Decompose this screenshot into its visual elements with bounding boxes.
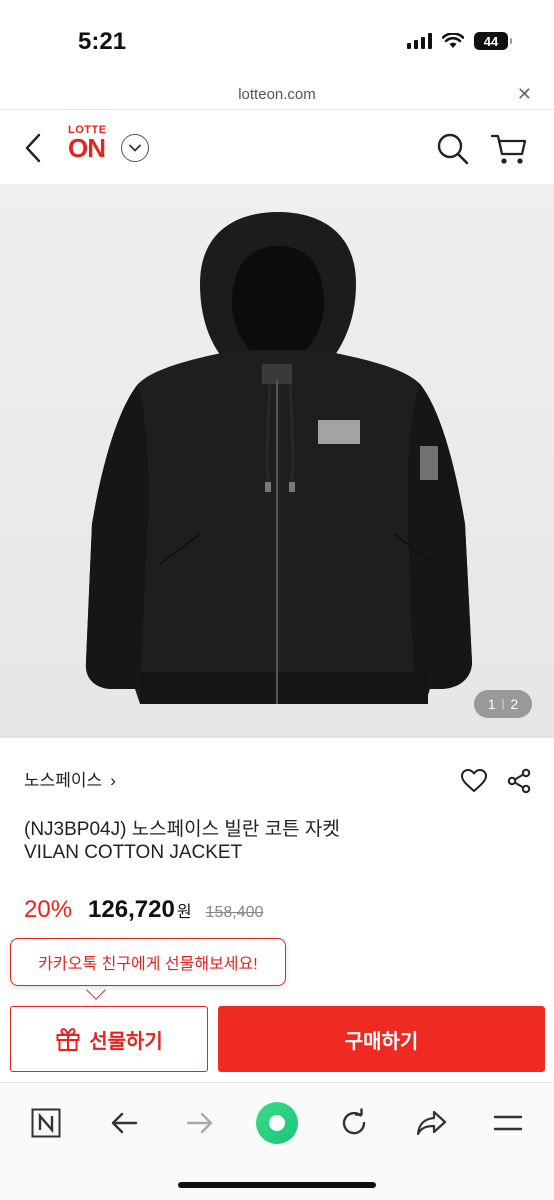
buy-button-label: 구매하기 (344, 1030, 419, 1053)
heart-icon[interactable] (460, 768, 488, 794)
tooltip-text: 카카오톡 친구에게 선물해보세요! (38, 956, 258, 973)
gift-icon (56, 1028, 80, 1051)
site-header: LOTTE ON (0, 110, 554, 184)
buy-button[interactable]: 구매하기 (218, 1006, 545, 1072)
pager-total: 2 (510, 696, 519, 712)
reload-icon (342, 1108, 366, 1135)
gift-button-label: 선물하기 (89, 1030, 163, 1053)
chevron-down-icon (129, 144, 141, 152)
gift-button[interactable]: 선물하기 (10, 1006, 208, 1072)
pager-current: 1 (487, 696, 496, 712)
battery-icon: 44 (474, 32, 512, 50)
pager-separator: | (501, 698, 505, 710)
share-arrow-icon (416, 1110, 447, 1136)
lotte-on-logo[interactable]: LOTTE ON (68, 124, 107, 163)
jacket-image (85, 212, 472, 704)
wifi-icon (442, 33, 464, 48)
green-dot-icon (256, 1102, 298, 1144)
signal-icon (407, 33, 432, 49)
home-indicator[interactable] (178, 1182, 376, 1188)
brand-link[interactable]: 노스페이스 (24, 771, 102, 790)
status-icons: 44 (407, 32, 512, 50)
reload-button[interactable] (332, 1101, 376, 1145)
browser-toolbar (0, 1082, 554, 1200)
product-image[interactable]: 1 | 2 (0, 184, 554, 738)
product-title: (NJ3BP04J) 노스페이스 빌란 코튼 자켓 (24, 819, 340, 840)
share-icon[interactable] (506, 768, 532, 794)
hamburger-icon (493, 1115, 523, 1131)
share-page-button[interactable] (410, 1101, 454, 1145)
back-icon[interactable] (22, 132, 44, 164)
brand-row: 노스페이스 › (24, 766, 532, 794)
arrow-right-icon (186, 1112, 213, 1134)
discount-rate: 20% (24, 896, 73, 923)
menu-button[interactable] (486, 1101, 530, 1145)
cart-icon[interactable] (490, 132, 528, 166)
naver-home-button[interactable] (24, 1101, 68, 1145)
arrow-left-icon (111, 1112, 138, 1134)
url-bar: lotteon.com ✕ (0, 80, 554, 110)
gallery-pager: 1 | 2 (474, 690, 532, 718)
product-title-english: VILAN COTTON JACKET (24, 842, 243, 863)
naver-n-icon (31, 1108, 61, 1138)
search-icon[interactable] (436, 132, 470, 166)
currency-unit: 원 (176, 904, 192, 921)
logo-main-text: ON (68, 133, 106, 163)
price-row: 20% 126,720 원 158,400 (24, 896, 263, 924)
status-bar: 5:21 44 (0, 0, 554, 80)
sale-price: 126,720 (88, 896, 175, 923)
forward-nav-button[interactable] (178, 1101, 222, 1145)
back-nav-button[interactable] (102, 1101, 146, 1145)
green-dot-button[interactable] (255, 1101, 299, 1145)
status-time: 5:21 (78, 28, 127, 55)
close-icon[interactable]: ✕ (517, 84, 532, 105)
url-text[interactable]: lotteon.com (0, 86, 554, 103)
original-price: 158,400 (205, 904, 264, 921)
logo-dropdown-button[interactable] (121, 134, 149, 162)
chevron-right-icon: › (110, 771, 116, 790)
gift-tooltip: 카카오톡 친구에게 선물해보세요! (10, 938, 286, 986)
battery-level: 44 (483, 33, 499, 49)
